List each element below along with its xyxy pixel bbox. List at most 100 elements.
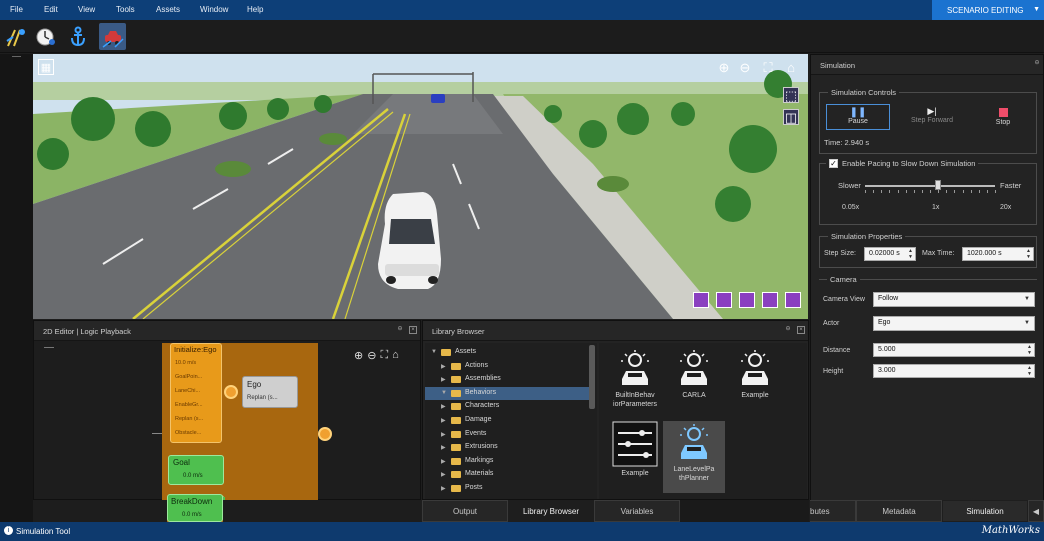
spinner-icon[interactable]: ▲ ▼: [1026, 248, 1031, 260]
panel-menu-icon[interactable]: ⊖: [1033, 60, 1041, 68]
zoom-out-icon[interactable]: ⊖: [367, 349, 376, 362]
chevron-down-icon: ▼: [1033, 6, 1040, 13]
menu-assets[interactable]: Assets: [156, 5, 180, 14]
max-time-label: Max Time:: [922, 250, 955, 257]
menu-edit[interactable]: Edit: [44, 5, 58, 14]
menu-file[interactable]: File: [10, 5, 23, 14]
collapse-icon[interactable]: ▶: [441, 363, 446, 370]
ego-block[interactable]: Ego Replan (s...: [242, 376, 298, 408]
tree-item[interactable]: ▶ Actions: [425, 360, 595, 373]
actor-select[interactable]: Ego ▼: [873, 316, 1035, 331]
asset-item[interactable]: LaneLevelPa thPlanner: [663, 421, 725, 493]
spinner-icon[interactable]: ▲ ▼: [908, 248, 913, 260]
vehicle-tool-icon[interactable]: [99, 23, 126, 50]
view-preset-5-icon[interactable]: [785, 292, 801, 308]
tab-simulation[interactable]: Simulation: [942, 500, 1028, 522]
view-preset-4-icon[interactable]: [762, 292, 778, 308]
menu-tools[interactable]: Tools: [116, 5, 135, 14]
tree-item[interactable]: ▶ Posts: [425, 482, 595, 495]
view-orientation-icon[interactable]: ⬚: [783, 87, 799, 103]
tab-output[interactable]: Output: [422, 500, 508, 522]
view-preset-3-icon[interactable]: [739, 292, 755, 308]
panel-menu-icon[interactable]: ⊖: [784, 326, 792, 334]
connector-port[interactable]: [318, 427, 332, 441]
asset-item[interactable]: Example: [724, 349, 786, 400]
menu-view[interactable]: View: [78, 5, 95, 14]
simulation-time: Time: 2.940 s: [824, 138, 870, 147]
panel-menu-icon[interactable]: ⊖: [396, 326, 404, 334]
spinner-icon[interactable]: ▲ ▼: [1027, 344, 1032, 356]
folder-icon: [451, 457, 461, 465]
anchor-tool-icon[interactable]: [64, 23, 91, 50]
menu-window[interactable]: Window: [200, 5, 228, 14]
pacing-slider-track[interactable]: [865, 185, 995, 187]
tree-item[interactable]: ▼ Assets: [425, 346, 595, 359]
zoom-out-icon[interactable]: ⊖: [737, 60, 753, 76]
asset-item[interactable]: BuiltInBehav iorParameters: [604, 349, 666, 409]
expand-icon[interactable]: ▼: [431, 349, 437, 355]
tree-item[interactable]: ▼ Behaviors: [425, 386, 595, 400]
tree-item[interactable]: ▶ Extrusions: [425, 441, 595, 454]
zoom-in-icon[interactable]: ⊕: [716, 60, 732, 76]
clock-tool-icon[interactable]: [32, 23, 59, 50]
collapse-icon[interactable]: ▶: [441, 376, 446, 383]
step-size-input[interactable]: 0.02000 s ▲ ▼: [864, 247, 916, 261]
menu-help[interactable]: Help: [247, 5, 263, 14]
fit-view-icon[interactable]: ⛶: [760, 60, 776, 76]
collapse-icon[interactable]: ▶: [441, 403, 446, 410]
collapse-icon[interactable]: ▶: [441, 471, 446, 478]
home-view-icon[interactable]: ⌂: [392, 349, 399, 362]
goal-block[interactable]: Goal 0.0 m/s: [168, 455, 224, 485]
view-cube-icon[interactable]: ◫: [783, 109, 799, 125]
tab-library-browser[interactable]: Library Browser: [508, 500, 594, 522]
collapse-icon[interactable]: ▶: [441, 417, 446, 424]
close-icon[interactable]: ×: [409, 326, 417, 334]
tab-scroll-left-icon[interactable]: ◀: [1028, 500, 1044, 522]
tree-item[interactable]: ▶ Events: [425, 428, 595, 441]
max-time-input[interactable]: 1020.000 s ▲ ▼: [962, 247, 1034, 261]
collapse-icon[interactable]: ▶: [441, 431, 446, 438]
tree-item[interactable]: ▶ Characters: [425, 400, 595, 413]
tree-item[interactable]: ▶ Markings: [425, 455, 595, 468]
grid-toggle-icon[interactable]: ▦: [38, 59, 54, 75]
asset-item[interactable]: Example: [604, 421, 666, 478]
expand-icon[interactable]: ▼: [441, 390, 447, 396]
scene-viewport[interactable]: ▦ ⊕ ⊖ ⛶ ⌂ ⬚ ◫: [33, 54, 808, 319]
left-rail: [0, 54, 33, 522]
init-block[interactable]: Initialize:Ego 10.0 m/s GoalPoin... Lane…: [170, 343, 222, 443]
tab-metadata[interactable]: Metadata: [856, 500, 942, 522]
tab-variables[interactable]: Variables: [594, 500, 680, 522]
pause-button[interactable]: ❚❚ Pause: [826, 104, 890, 130]
faster-label: Faster: [1000, 181, 1022, 190]
collapse-icon[interactable]: ▶: [441, 458, 446, 465]
tree-scrollbar[interactable]: [589, 345, 595, 409]
pacing-checkbox[interactable]: ✓: [829, 159, 838, 168]
zoom-in-icon[interactable]: ⊕: [354, 349, 363, 362]
fit-view-icon[interactable]: ⛶: [380, 349, 388, 362]
tree-item[interactable]: ▶ Materials: [425, 468, 595, 481]
tree-item-label: Assemblies: [465, 375, 501, 383]
distance-input[interactable]: 5.000 ▲ ▼: [873, 343, 1035, 357]
home-view-icon[interactable]: ⌂: [783, 60, 799, 76]
stop-button[interactable]: Stop: [980, 104, 1026, 130]
actor-value: Ego: [878, 319, 891, 326]
collapse-icon[interactable]: ▶: [441, 485, 446, 492]
connector-port[interactable]: [224, 385, 238, 399]
close-icon[interactable]: ×: [797, 326, 805, 334]
spinner-icon[interactable]: ▲ ▼: [1027, 365, 1032, 377]
road-tool-icon[interactable]: [3, 23, 30, 50]
view-preset-2-icon[interactable]: [716, 292, 732, 308]
view-preset-1-icon[interactable]: [693, 292, 709, 308]
tree-item[interactable]: ▶ Damage: [425, 414, 595, 427]
camera-view-select[interactable]: Follow ▼: [873, 292, 1035, 307]
tab-attributes[interactable]: butes: [810, 500, 856, 522]
breakdown-node[interactable]: BreakDown 0.0 m/s: [167, 494, 223, 522]
step-forward-button[interactable]: ▶| Step Forward: [902, 104, 962, 130]
tree-item-label: Assets: [455, 348, 477, 355]
height-input[interactable]: 3.000 ▲ ▼: [873, 364, 1035, 378]
tree-item[interactable]: ▶ Assemblies: [425, 373, 595, 386]
asset-item[interactable]: CARLA: [663, 349, 725, 400]
collapse-icon[interactable]: ▶: [441, 444, 446, 451]
mode-selector-button[interactable]: SCENARIO EDITING ▼: [932, 0, 1044, 20]
pacing-slider-thumb[interactable]: [934, 180, 941, 190]
